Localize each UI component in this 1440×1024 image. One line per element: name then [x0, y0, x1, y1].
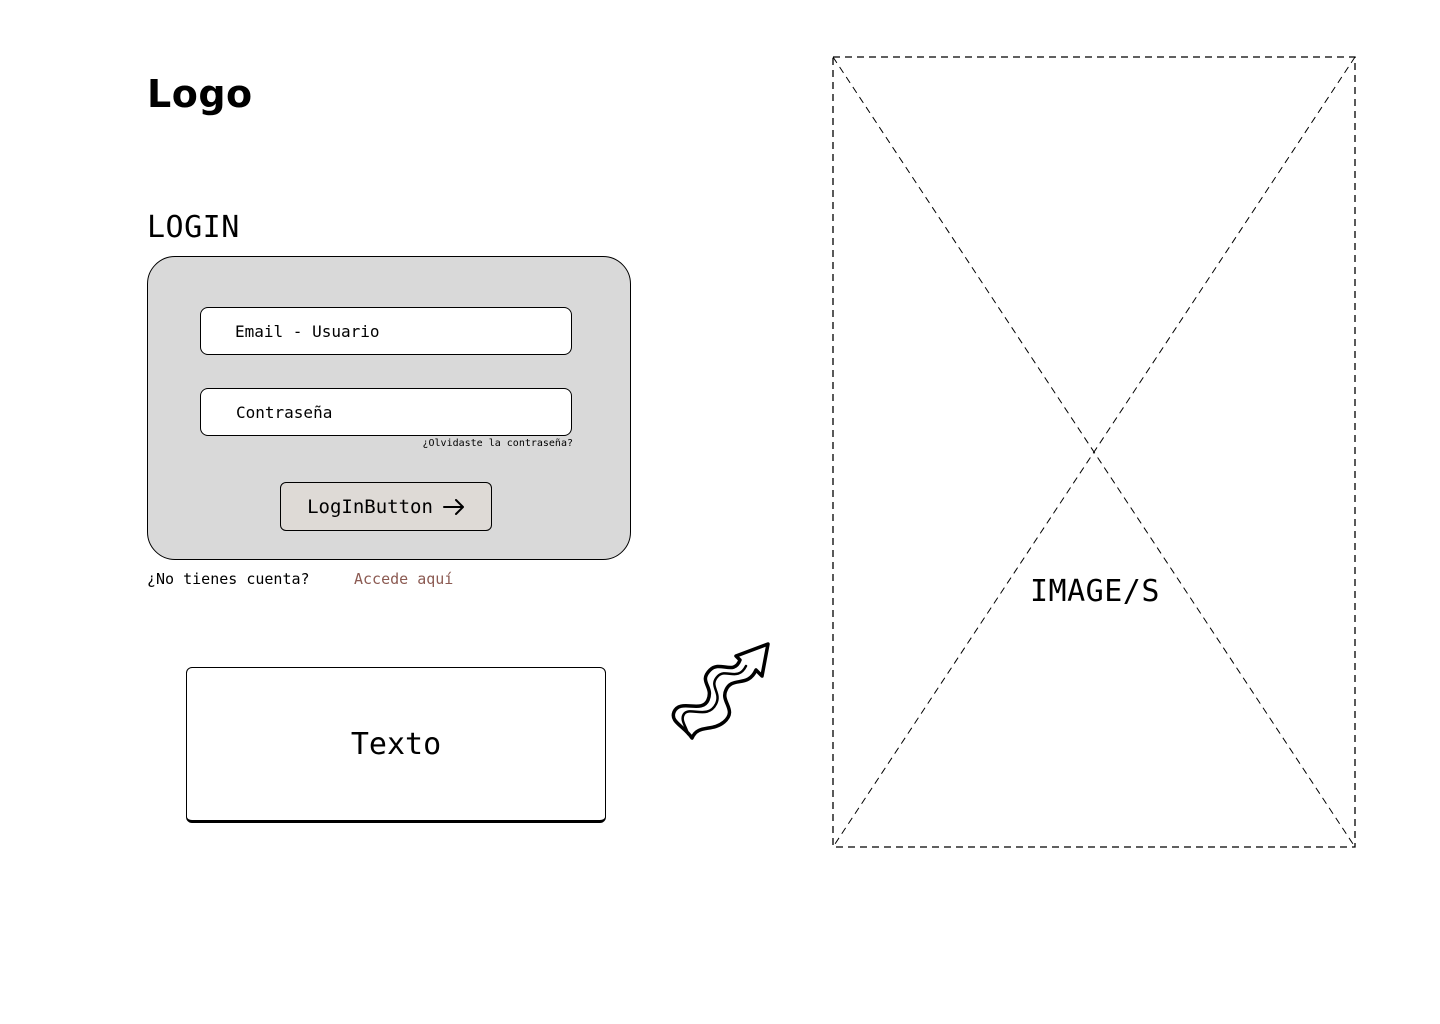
image-placeholder	[832, 56, 1356, 848]
no-account-text: ¿No tienes cuenta?	[147, 570, 310, 588]
arrow-right-icon	[442, 498, 464, 515]
login-button-label: LogInButton	[307, 495, 433, 518]
login-button[interactable]: LogInButton	[280, 482, 492, 531]
squiggle-arrow-icon	[671, 642, 770, 740]
email-field[interactable]	[200, 307, 572, 355]
image-placeholder-label: IMAGE/S	[1030, 574, 1160, 609]
signup-link[interactable]: Accede aquí	[354, 570, 453, 588]
logo: Logo	[147, 72, 253, 116]
text-box: Texto	[186, 667, 606, 823]
login-title: LOGIN	[147, 210, 240, 245]
password-field[interactable]	[200, 388, 572, 436]
forgot-password-link[interactable]: ¿Olvidaste la contraseña?	[422, 438, 573, 449]
text-box-label: Texto	[350, 726, 442, 762]
